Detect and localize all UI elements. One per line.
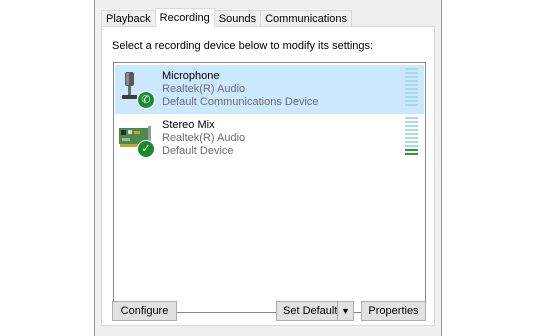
level-meter	[405, 68, 418, 110]
configure-button[interactable]: Configure	[112, 301, 177, 321]
sound-dialog: Playback Recording Sounds Communications…	[94, 0, 442, 336]
device-item-stereo-mix[interactable]: ✓ Stereo Mix Realtek(R) Audio Default De…	[115, 114, 424, 163]
recording-panel: Select a recording device below to modif…	[101, 26, 435, 326]
tab-strip: Playback Recording Sounds Communications	[101, 8, 353, 27]
properties-button[interactable]: Properties	[361, 301, 426, 321]
device-item-microphone[interactable]: ✆ Microphone Realtek(R) Audio Default Co…	[115, 65, 424, 114]
device-name: Stereo Mix	[162, 119, 215, 131]
phone-icon: ✆	[137, 91, 155, 109]
set-default-button[interactable]: Set Default ▼	[276, 301, 354, 321]
device-status: Default Communications Device	[162, 96, 319, 108]
tab-communications[interactable]: Communications	[260, 10, 353, 27]
device-list[interactable]: ✆ Microphone Realtek(R) Audio Default Co…	[113, 62, 426, 313]
device-driver: Realtek(R) Audio	[162, 83, 246, 95]
level-meter	[405, 117, 418, 159]
tab-playback[interactable]: Playback	[101, 10, 156, 27]
device-name: Microphone	[162, 70, 220, 82]
tab-sounds[interactable]: Sounds	[213, 10, 262, 27]
check-icon: ✓	[137, 140, 155, 158]
tab-recording[interactable]: Recording	[154, 8, 215, 27]
device-status: Default Device	[162, 145, 234, 157]
set-default-label: Set Default	[283, 305, 338, 317]
device-driver: Realtek(R) Audio	[162, 132, 246, 144]
instruction-text: Select a recording device below to modif…	[112, 40, 374, 52]
dropdown-arrow-icon[interactable]: ▼	[337, 302, 353, 320]
